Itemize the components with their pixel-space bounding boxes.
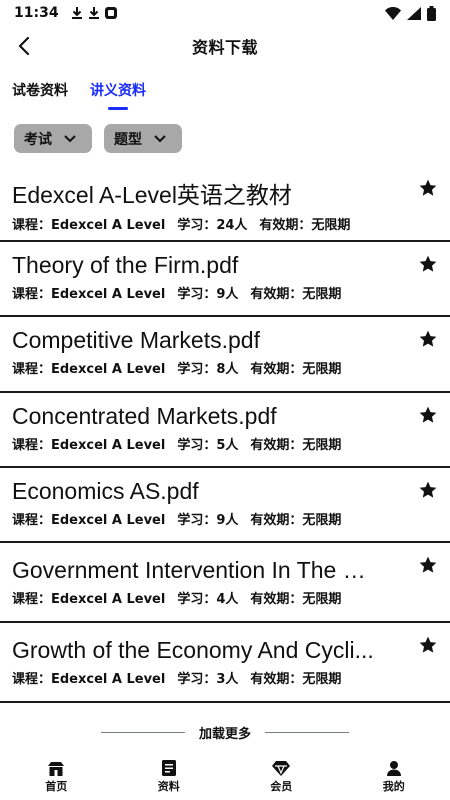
item-study-count: 学习：3人 xyxy=(177,672,239,687)
item-course: 课程：Edexcel A Level xyxy=(12,218,166,233)
item-title: Government Intervention In The M... xyxy=(12,557,374,583)
status-right xyxy=(385,5,436,21)
item-meta: 课程：Edexcel A Level 学习：24人 有效期：无限期 xyxy=(12,214,450,233)
download-icon xyxy=(88,7,99,19)
item-course: 课程：Edexcel A Level xyxy=(12,287,166,302)
status-notification-icons xyxy=(71,6,117,20)
item-title: Theory of the Firm.pdf xyxy=(12,252,239,278)
back-button[interactable] xyxy=(8,30,40,62)
nav-item-home[interactable]: 首页 xyxy=(0,754,113,800)
star-icon[interactable] xyxy=(418,480,438,500)
list-item[interactable]: Theory of the Firm.pdf 课程：Edexcel A Leve… xyxy=(0,242,450,317)
tab-label: 试卷资料 xyxy=(12,83,68,99)
nav-label: 首页 xyxy=(45,779,68,793)
item-validity: 有效期：无限期 xyxy=(259,218,351,233)
item-title: Competitive Markets.pdf xyxy=(12,327,260,353)
item-meta: 课程：Edexcel A Level 学习：8人 有效期：无限期 xyxy=(12,358,450,377)
list-item[interactable]: Economics AS.pdf 课程：Edexcel A Level 学习：9… xyxy=(0,468,450,543)
item-title: Concentrated Markets.pdf xyxy=(12,403,277,429)
item-title: Edexcel A-Level英语之教材 xyxy=(12,182,292,208)
item-validity: 有效期：无限期 xyxy=(250,672,342,687)
item-title: Growth of the Economy And Cycli... xyxy=(12,637,374,663)
filter-bar: 考试 题型 xyxy=(14,124,182,153)
exam-filter-dropdown[interactable]: 考试 xyxy=(14,124,92,153)
document-icon xyxy=(161,760,176,776)
item-validity: 有效期：无限期 xyxy=(250,592,342,607)
item-course: 课程：Edexcel A Level xyxy=(12,438,166,453)
item-validity: 有效期：无限期 xyxy=(250,287,342,302)
battery-icon xyxy=(427,5,436,21)
chevron-down-icon xyxy=(154,134,166,142)
app-notification-icon xyxy=(104,7,117,19)
chevron-down-icon xyxy=(64,134,76,142)
item-course: 课程：Edexcel A Level xyxy=(12,513,166,528)
item-study-count: 学习：5人 xyxy=(177,438,239,453)
item-meta: 课程：Edexcel A Level 学习：9人 有效期：无限期 xyxy=(12,283,450,302)
load-more-label: 加载更多 xyxy=(198,726,251,742)
nav-label: 资料 xyxy=(157,780,180,793)
star-icon[interactable] xyxy=(418,555,438,575)
page-title: 资料下载 xyxy=(191,38,258,57)
user-icon xyxy=(386,760,401,776)
star-icon[interactable] xyxy=(418,329,438,349)
nav-item-profile[interactable]: 我的 xyxy=(338,754,450,800)
tab-bar: 试卷资料 讲义资料 xyxy=(0,72,450,112)
status-bar: 11:34 xyxy=(0,0,450,26)
item-study-count: 学习：8人 xyxy=(177,362,239,377)
bottom-nav: 首页 资料 会员 我的 xyxy=(0,754,450,800)
download-icon xyxy=(71,7,82,19)
nav-label: 会员 xyxy=(270,779,293,793)
diamond-icon xyxy=(272,760,291,776)
wifi-icon xyxy=(385,6,401,20)
item-meta: 课程：Edexcel A Level 学习：9人 有效期：无限期 xyxy=(12,509,450,528)
nav-item-membership[interactable]: 会员 xyxy=(225,754,338,800)
star-icon[interactable] xyxy=(418,254,438,274)
star-icon[interactable] xyxy=(418,178,438,198)
tab-label: 讲义资料 xyxy=(90,83,146,99)
item-study-count: 学习：4人 xyxy=(177,592,239,607)
load-more[interactable]: 加载更多 xyxy=(0,722,450,742)
nav-item-materials[interactable]: 资料 xyxy=(113,754,226,800)
item-course: 课程：Edexcel A Level xyxy=(12,592,166,607)
divider-line xyxy=(265,731,349,733)
list-item[interactable]: Concentrated Markets.pdf 课程：Edexcel A Le… xyxy=(0,393,450,468)
list-item[interactable]: Government Intervention In The M... 课程：E… xyxy=(0,543,450,623)
filter-label: 题型 xyxy=(114,131,142,148)
nav-label: 我的 xyxy=(382,779,405,793)
item-study-count: 学习：9人 xyxy=(177,513,239,528)
item-study-count: 学习：24人 xyxy=(177,218,248,233)
home-icon xyxy=(48,761,65,776)
list-item[interactable]: Competitive Markets.pdf 课程：Edexcel A Lev… xyxy=(0,317,450,393)
list-item[interactable]: Edexcel A-Level英语之教材 课程：Edexcel A Level … xyxy=(0,166,450,242)
chevron-left-icon xyxy=(18,36,30,56)
item-meta: 课程：Edexcel A Level 学习：3人 有效期：无限期 xyxy=(12,668,450,687)
item-meta: 课程：Edexcel A Level 学习：5人 有效期：无限期 xyxy=(12,434,450,453)
item-course: 课程：Edexcel A Level xyxy=(12,672,166,687)
item-validity: 有效期：无限期 xyxy=(250,438,342,453)
material-list: Edexcel A-Level英语之教材 课程：Edexcel A Level … xyxy=(0,166,450,703)
star-icon[interactable] xyxy=(418,635,438,655)
status-left: 11:34 xyxy=(14,5,117,21)
star-icon[interactable] xyxy=(418,405,438,425)
status-time: 11:34 xyxy=(14,5,59,21)
tab-lecture-notes[interactable]: 讲义资料 xyxy=(90,72,146,112)
header: 资料下载 xyxy=(0,26,450,66)
item-study-count: 学习：9人 xyxy=(177,287,239,302)
signal-icon xyxy=(407,6,421,20)
item-validity: 有效期：无限期 xyxy=(250,362,342,377)
list-item[interactable]: Growth of the Economy And Cycli... 课程：Ed… xyxy=(0,623,450,703)
question-type-filter-dropdown[interactable]: 题型 xyxy=(104,124,182,153)
tab-exam-papers[interactable]: 试卷资料 xyxy=(12,72,68,112)
item-course: 课程：Edexcel A Level xyxy=(12,362,166,377)
item-validity: 有效期：无限期 xyxy=(250,513,342,528)
divider-line xyxy=(100,731,185,733)
item-meta: 课程：Edexcel A Level 学习：4人 有效期：无限期 xyxy=(12,588,450,607)
filter-label: 考试 xyxy=(24,131,52,148)
item-title: Economics AS.pdf xyxy=(12,478,199,504)
tab-active-indicator xyxy=(108,107,128,110)
